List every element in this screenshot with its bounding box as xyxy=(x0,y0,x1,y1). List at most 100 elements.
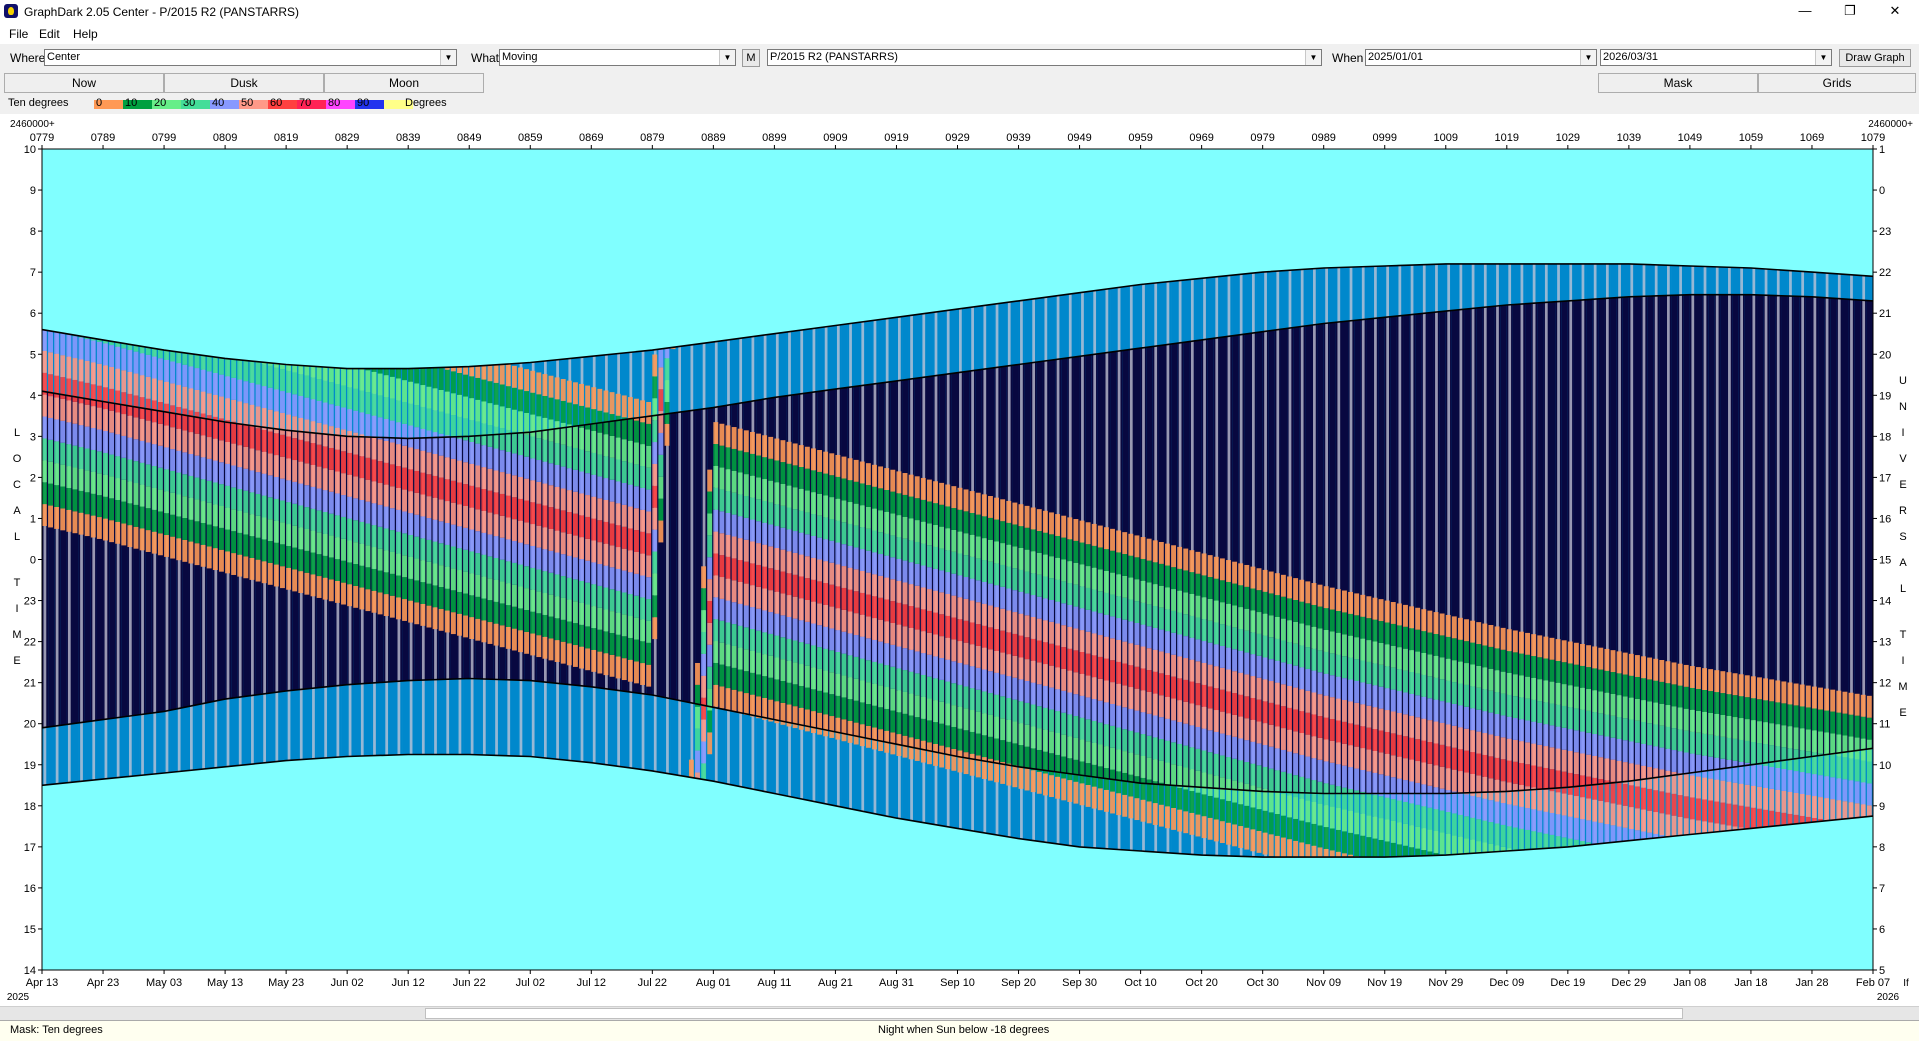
altitude-stripe xyxy=(823,583,828,605)
horizontal-scrollbar[interactable] xyxy=(0,1006,1919,1020)
mask-button[interactable]: Mask xyxy=(1598,73,1758,93)
altitude-stripe xyxy=(866,595,871,617)
altitude-stripe xyxy=(634,464,639,486)
altitude-stripe xyxy=(622,636,627,658)
altitude-stripe xyxy=(1745,741,1750,763)
altitude-stripe xyxy=(542,615,547,637)
menu-help[interactable]: Help xyxy=(73,27,98,41)
draw-graph-button[interactable]: Draw Graph xyxy=(1839,49,1911,67)
altitude-stripe xyxy=(451,525,456,547)
chevron-down-icon[interactable]: ▼ xyxy=(440,50,456,65)
altitude-stripe xyxy=(1824,776,1829,798)
altitude-stripe xyxy=(640,576,645,598)
right-tick-label: 20 xyxy=(1879,349,1891,361)
altitude-stripe xyxy=(1745,675,1750,697)
start-date-select[interactable]: 2025/01/01 ▼ xyxy=(1365,49,1597,66)
altitude-stripe xyxy=(1861,695,1866,717)
altitude-stripe xyxy=(1196,639,1201,661)
altitude-stripe xyxy=(347,497,352,519)
altitude-stripe xyxy=(695,663,700,685)
altitude-stripe xyxy=(1250,676,1255,698)
right-tick-label: 6 xyxy=(1879,924,1885,936)
altitude-stripe xyxy=(1348,592,1353,614)
altitude-stripe xyxy=(994,629,999,651)
altitude-stripe xyxy=(567,600,572,622)
altitude-stripe xyxy=(597,586,602,608)
altitude-stripe xyxy=(787,661,792,683)
altitude-stripe xyxy=(1434,722,1439,744)
dusk-button[interactable]: Dusk xyxy=(164,73,324,93)
what-select[interactable]: Moving ▼ xyxy=(499,49,736,66)
altitude-stripe xyxy=(481,533,486,555)
altitude-stripe xyxy=(530,371,535,393)
altitude-stripe xyxy=(298,484,303,506)
maximize-icon[interactable]: ❐ xyxy=(1827,0,1873,22)
altitude-stripe xyxy=(872,509,877,531)
altitude-stripe xyxy=(1031,595,1036,617)
altitude-stripe xyxy=(512,585,517,607)
altitude-stripe xyxy=(500,560,505,582)
altitude-stripe xyxy=(1110,551,1115,573)
altitude-stripe xyxy=(909,737,914,759)
object-select[interactable]: P/2015 R2 (PANSTARRS) ▼ xyxy=(767,49,1322,66)
altitude-stripe xyxy=(573,382,578,404)
altitude-stripe xyxy=(1507,673,1512,695)
altitude-stripe xyxy=(982,604,987,626)
altitude-stripe xyxy=(1525,830,1530,850)
altitude-stripe xyxy=(1604,802,1609,824)
menu-edit[interactable]: Edit xyxy=(39,27,60,41)
altitude-stripe xyxy=(896,625,901,647)
altitude-stripe xyxy=(738,691,743,713)
altitude-stripe xyxy=(1116,771,1121,793)
altitude-stripe xyxy=(1580,710,1585,732)
chevron-down-icon[interactable]: ▼ xyxy=(719,50,735,65)
menu-file[interactable]: File xyxy=(9,27,28,41)
altitude-stripe xyxy=(329,426,334,448)
altitude-stripe xyxy=(1244,653,1249,675)
altitude-stripe xyxy=(1751,808,1756,828)
altitude-stripe xyxy=(1519,719,1524,741)
altitude-stripe xyxy=(1043,708,1048,730)
altitude-stripe xyxy=(1025,506,1030,528)
altitude-stripe xyxy=(1458,749,1463,771)
end-date-select[interactable]: 2026/03/31 ▼ xyxy=(1600,49,1832,66)
altitude-stripe xyxy=(750,541,755,563)
altitude-stripe xyxy=(1104,571,1109,593)
scrollbar-thumb[interactable] xyxy=(425,1008,1683,1019)
altitude-stripe xyxy=(768,612,773,634)
altitude-stripe xyxy=(414,559,419,581)
now-button[interactable]: Now xyxy=(4,73,164,93)
moon-button[interactable]: Moon xyxy=(324,73,484,93)
where-select[interactable]: Center ▼ xyxy=(44,49,457,66)
altitude-stripe xyxy=(896,493,901,515)
altitude-stripe xyxy=(1659,813,1664,835)
altitude-stripe xyxy=(909,540,914,562)
minimize-icon[interactable]: — xyxy=(1782,0,1828,22)
altitude-stripe xyxy=(1110,748,1115,770)
altitude-stripe xyxy=(469,376,474,398)
altitude-stripe xyxy=(628,419,633,441)
altitude-stripe xyxy=(329,470,334,492)
altitude-stripe xyxy=(292,526,297,548)
close-icon[interactable]: ✕ xyxy=(1872,0,1918,22)
chevron-down-icon[interactable]: ▼ xyxy=(1305,50,1321,65)
chevron-down-icon[interactable]: ▼ xyxy=(1580,50,1596,65)
altitude-stripe xyxy=(732,515,737,537)
left-tick-label: 15 xyxy=(24,924,36,936)
altitude-stripe xyxy=(91,516,96,538)
altitude-stripe xyxy=(610,589,615,611)
altitude-stripe xyxy=(762,501,767,523)
altitude-stripe xyxy=(207,356,212,371)
altitude-stripe xyxy=(280,479,285,501)
chevron-down-icon[interactable]: ▼ xyxy=(1815,50,1831,65)
m-button[interactable]: M xyxy=(742,49,760,67)
altitude-stripe xyxy=(738,429,743,451)
grids-button[interactable]: Grids xyxy=(1758,73,1916,93)
altitude-stripe xyxy=(1165,806,1170,828)
altitude-stripe xyxy=(1202,794,1207,816)
altitude-stripe xyxy=(872,596,877,618)
altitude-stripe xyxy=(622,614,627,636)
altitude-stripe xyxy=(304,366,309,376)
altitude-stripe xyxy=(1049,775,1054,797)
altitude-stripe xyxy=(103,497,108,519)
